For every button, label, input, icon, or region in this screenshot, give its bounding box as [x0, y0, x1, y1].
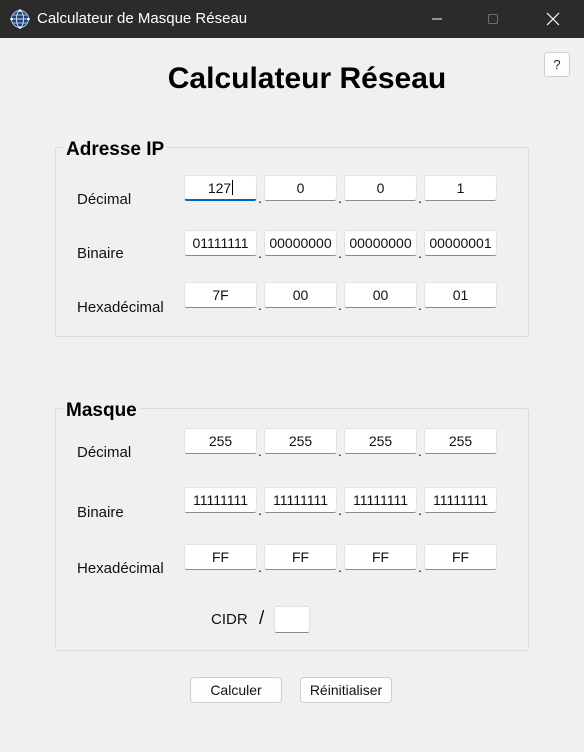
ip-binary-octet-1[interactable]: 01111111 — [184, 230, 257, 256]
ip-hex-octet-2[interactable]: 00 — [264, 282, 337, 308]
octet-separator: . — [338, 190, 342, 206]
mask-binary-octet-3[interactable]: 11111111 — [344, 487, 417, 513]
ip-binary-label: Binaire — [77, 245, 124, 262]
octet-separator: . — [258, 245, 262, 261]
calculate-button[interactable]: Calculer — [190, 677, 282, 703]
close-button[interactable] — [530, 0, 576, 38]
mask-hex-octet-3[interactable]: FF — [344, 544, 417, 570]
mask-decimal-octet-2[interactable]: 255 — [264, 428, 337, 454]
octet-separator: . — [258, 559, 262, 575]
minimize-button[interactable] — [414, 0, 460, 38]
ip-hex-label: Hexadécimal — [77, 299, 164, 316]
network-globe-icon — [10, 9, 30, 29]
mask-decimal-octet-3[interactable]: 255 — [344, 428, 417, 454]
maximize-button[interactable] — [470, 0, 516, 38]
octet-separator: . — [338, 502, 342, 518]
mask-decimal-label: Décimal — [77, 444, 132, 461]
octet-separator: . — [418, 502, 422, 518]
mask-hex-octet-2[interactable]: FF — [264, 544, 337, 570]
octet-separator: . — [338, 297, 342, 313]
ip-decimal-octet-4[interactable]: 1 — [424, 175, 497, 201]
octet-separator: . — [418, 443, 422, 459]
minimize-icon — [432, 18, 442, 20]
mask-binary-label: Binaire — [77, 504, 124, 521]
app-window: Calculateur de Masque Réseau ? Calculate… — [0, 0, 584, 752]
ip-decimal-octet-1[interactable]: 127 — [184, 175, 257, 201]
octet-separator: . — [418, 297, 422, 313]
octet-separator: . — [338, 443, 342, 459]
cidr-input[interactable] — [274, 606, 310, 633]
mask-decimal-octet-1[interactable]: 255 — [184, 428, 257, 454]
octet-separator: . — [258, 502, 262, 518]
mask-hex-octet-1[interactable]: FF — [184, 544, 257, 570]
reset-button[interactable]: Réinitialiser — [300, 677, 392, 703]
title-bar[interactable]: Calculateur de Masque Réseau — [0, 0, 584, 38]
mask-group-legend: Masque — [63, 400, 140, 422]
page-title: Calculateur Réseau — [0, 62, 584, 96]
maximize-icon — [488, 14, 498, 24]
ip-decimal-label: Décimal — [77, 191, 132, 208]
mask-binary-octet-4[interactable]: 11111111 — [424, 487, 497, 513]
mask-decimal-octet-4[interactable]: 255 — [424, 428, 497, 454]
ip-group-legend: Adresse IP — [63, 139, 168, 161]
ip-binary-octet-2[interactable]: 00000000 — [264, 230, 337, 256]
mask-hex-label: Hexadécimal — [77, 560, 164, 577]
cidr-slash: / — [259, 608, 265, 629]
ip-decimal-octet-2[interactable]: 0 — [264, 175, 337, 201]
ip-hex-octet-4[interactable]: 01 — [424, 282, 497, 308]
mask-binary-octet-1[interactable]: 11111111 — [184, 487, 257, 513]
octet-separator: . — [338, 245, 342, 261]
octet-separator: . — [258, 297, 262, 313]
octet-separator: . — [418, 190, 422, 206]
octet-separator: . — [418, 245, 422, 261]
text-caret — [232, 180, 234, 195]
ip-hex-octet-3[interactable]: 00 — [344, 282, 417, 308]
ip-decimal-octet-3[interactable]: 0 — [344, 175, 417, 201]
ip-binary-octet-3[interactable]: 00000000 — [344, 230, 417, 256]
cidr-label: CIDR — [211, 611, 248, 628]
ip-binary-octet-4[interactable]: 00000001 — [424, 230, 497, 256]
octet-separator: . — [258, 190, 262, 206]
octet-separator: . — [258, 443, 262, 459]
mask-hex-octet-4[interactable]: FF — [424, 544, 497, 570]
octet-separator: . — [338, 559, 342, 575]
page-title-text: Calculateur Réseau — [167, 62, 447, 95]
octet-separator: . — [418, 559, 422, 575]
window-title: Calculateur de Masque Réseau — [37, 10, 248, 27]
ip-hex-octet-1[interactable]: 7F — [184, 282, 257, 308]
mask-binary-octet-2[interactable]: 11111111 — [264, 487, 337, 513]
close-icon — [546, 12, 560, 26]
